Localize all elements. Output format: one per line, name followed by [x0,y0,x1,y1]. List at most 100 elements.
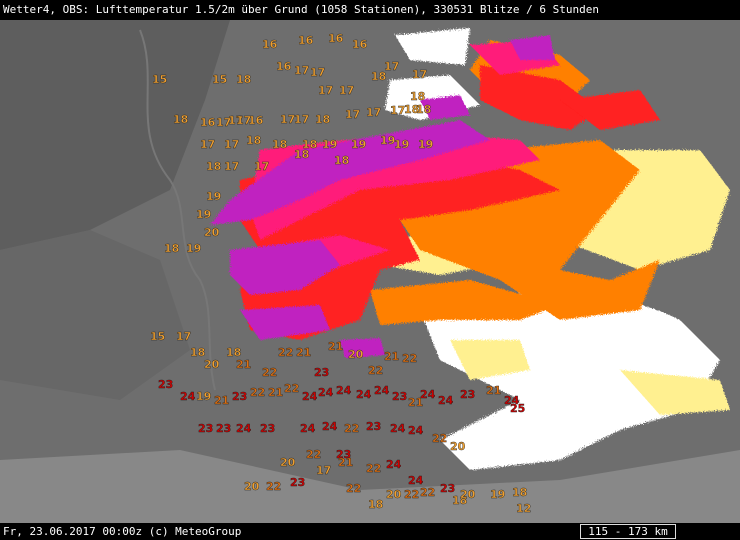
station-temperature-label: 22 [344,422,359,435]
station-temperature-label: 23 [440,482,455,495]
station-temperature-label: 21 [296,346,311,359]
station-temperature-label: 18 [272,138,287,151]
station-temperature-label: 17 [339,84,354,97]
station-temperature-label: 16 [262,38,278,51]
station-temperature-label: 19 [186,242,201,255]
station-temperature-label: 16 [352,38,368,51]
station-temperature-label: 15 [212,73,227,86]
station-temperature-label: 17 [200,138,215,151]
station-temperature-label: 19 [206,190,221,203]
station-temperature-label: 24 [420,388,436,401]
station-temperature-label: 17 [318,84,333,97]
station-temperature-label: 18 [164,242,179,255]
station-temperature-label: 17 [412,68,427,81]
station-temperature-label: 22 [346,482,361,495]
station-temperature-label: 24 [302,390,318,403]
station-temperature-label: 18 [334,154,349,167]
station-temperature-label: 17 [316,464,331,477]
station-temperature-label: 22 [366,462,381,475]
station-temperature-label: 17 [254,160,269,173]
station-temperature-label: 25 [510,402,525,415]
station-temperature-label: 22 [368,364,383,377]
station-temperature-label: 17 [224,138,239,151]
station-temperature-label: 18 [206,160,221,173]
station-temperature-label: 17 [294,113,309,126]
station-temperature-label: 24 [386,458,402,471]
station-temperature-label: 18 [294,148,309,161]
station-temperature-label: 24 [236,422,252,435]
station-temperature-label: 24 [438,394,454,407]
station-temperature-label: 24 [390,422,406,435]
station-temperature-label: 22 [278,346,293,359]
station-temperature-label: 20 [450,440,466,453]
station-temperature-label: 19 [322,138,337,151]
station-temperature-label: 18 [315,113,330,126]
station-temperature-label: 22 [402,352,417,365]
station-temperature-label: 16 [276,60,292,73]
station-temperature-label: 21 [236,358,251,371]
station-temperature-label: 16 [298,34,314,47]
station-temperature-label: 17 [384,60,399,73]
station-temperature-label: 18 [246,134,261,147]
station-temperature-label: 21 [384,350,399,363]
station-temperature-label: 20 [280,456,296,469]
station-temperature-label: 17 [224,160,239,173]
station-temperature-label: 24 [180,390,196,403]
station-temperature-label: 20 [244,480,260,493]
station-temperature-label: 22 [432,432,447,445]
station-temperature-label: 18 [368,498,383,511]
station-temperature-label: 24 [300,422,316,435]
station-temperature-label: 22 [262,366,277,379]
station-temperature-label: 17 [294,64,309,77]
station-temperature-label: 22 [404,488,419,501]
station-temperature-label: 12 [516,502,531,515]
station-temperature-label: 18 [410,90,425,103]
station-temperature-label: 21 [338,456,353,469]
station-temperature-label: 15 [150,330,165,343]
scale-bar: 115 - 173 km [580,524,676,539]
station-temperature-label: 20 [204,358,220,371]
timestamp-copyright: Fr, 23.06.2017 00:00z (c) MeteoGroup [3,525,242,538]
station-temperature-label: 17 [236,114,251,127]
station-temperature-label: 19 [418,138,433,151]
station-temperature-label: 17 [310,66,325,79]
title-bar: Wetter4, OBS: Lufttemperatur 1.5/2m über… [0,0,740,20]
station-temperature-label: 20 [386,488,402,501]
station-temperature-label: 20 [348,348,364,361]
station-temperature-label: 21 [328,340,343,353]
station-temperature-label: 22 [250,386,265,399]
station-temperature-label: 15 [152,73,167,86]
station-temperature-label: 22 [284,382,299,395]
station-temperature-label: 20 [204,226,220,239]
station-temperature-label: 18 [512,486,527,499]
map-title: Wetter4, OBS: Lufttemperatur 1.5/2m über… [3,3,600,16]
station-temperature-label: 17 [345,108,360,121]
weather-map-screen: Wetter4, OBS: Lufttemperatur 1.5/2m über… [0,0,740,540]
station-temperature-label: 16 [328,32,344,45]
station-temperature-label: 18 [416,103,431,116]
station-temperature-label: 22 [420,486,435,499]
station-temperature-label: 17 [176,330,191,343]
station-temperature-label: 21 [214,394,229,407]
station-temperature-label: 18 [236,73,251,86]
station-temperature-label: 23 [314,366,329,379]
scale-label: 115 - 173 km [588,525,668,538]
station-temperature-label: 19 [490,488,505,501]
station-temperature-label: 21 [486,384,501,397]
station-temperature-label: 17 [366,106,381,119]
footer-bar: Fr, 23.06.2017 00:00z (c) MeteoGroup 115… [0,523,740,540]
lightning-temperature-map: 16 16 16 1617 171615 15 1817 17181717181618 16 17… [0,20,740,523]
station-temperature-label: 24 [356,388,372,401]
station-temperature-label: 23 [366,420,381,433]
station-temperature-label: 23 [290,476,305,489]
station-temperature-label: 19 [394,138,409,151]
station-temperature-label: 24 [318,386,334,399]
station-temperature-label: 20 [460,488,476,501]
station-temperature-label: 19 [196,390,211,403]
station-temperature-label: 21 [268,386,283,399]
station-temperature-label: 24 [336,384,352,397]
station-temperature-label: 19 [351,138,366,151]
station-temperature-label: 23 [198,422,213,435]
station-temperature-label: 23 [260,422,275,435]
station-temperature-label: 22 [266,480,281,493]
